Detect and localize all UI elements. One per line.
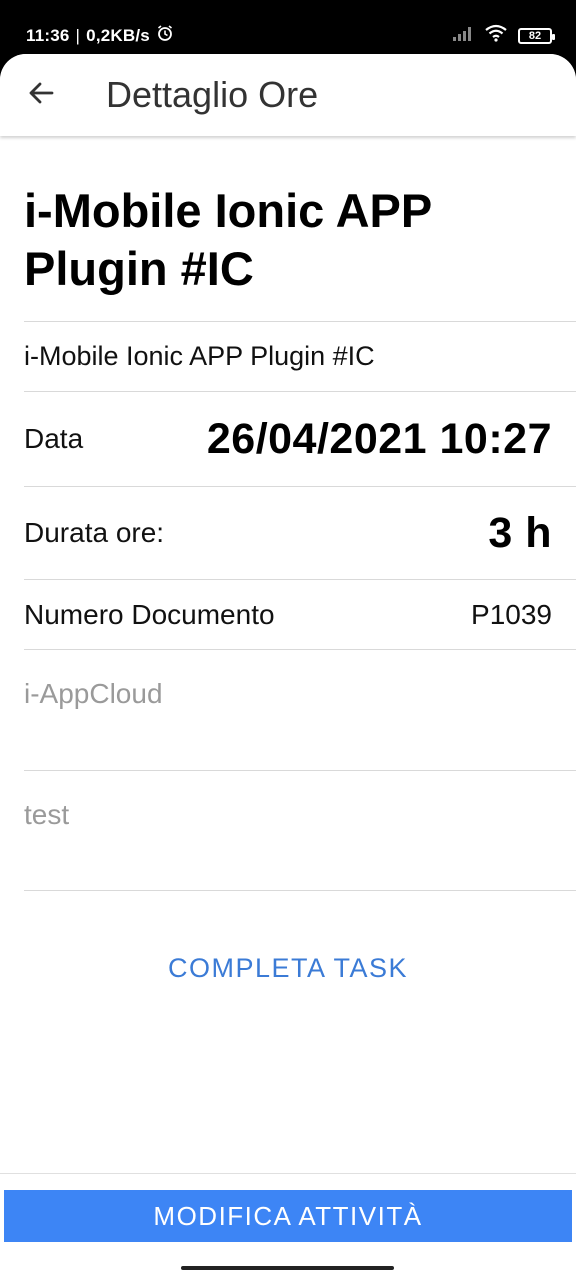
task-subtitle-row: i-Mobile Ionic APP Plugin #IC [24,321,576,391]
document-number-row: Numero Documento P1039 [24,579,576,649]
duration-label: Durata ore: [24,517,165,548]
duration-value: 3 h [488,508,552,557]
battery-level: 82 [528,29,542,42]
task-detail: i-Mobile Ionic APP Plugin #IC i-Mobile I… [0,136,576,891]
signal-icon [452,25,474,46]
status-separator: | [75,25,81,45]
status-net-speed: 0,2KB/s [86,25,150,45]
date-value: 26/04/2021 10:27 [206,414,552,463]
task-title: i-Mobile Ionic APP Plugin #IC [24,184,432,295]
notes-field-text: test [24,799,70,830]
task-subtitle: i-Mobile Ionic APP Plugin #IC [24,341,375,371]
document-number-value: P1039 [471,598,552,630]
footer-divider [0,1173,576,1174]
status-left: 11:36 | 0,2KB/s [26,24,174,47]
back-button[interactable] [20,74,62,116]
battery-icon: 82 [518,27,555,44]
date-label: Data [24,423,84,454]
divider [24,890,576,891]
duration-row: Durata ore: 3 h [24,486,576,579]
complete-task-button[interactable]: COMPLETA TASK [0,938,576,998]
wifi-icon [484,24,508,47]
status-time: 11:36 [26,25,70,45]
arrow-left-icon [26,78,56,113]
alarm-icon [156,24,174,47]
date-row: Data 26/04/2021 10:27 [24,391,576,486]
screen: 11:36 | 0,2KB/s 82 Dettaglio Ore i-Mobil… [0,0,576,1280]
app-surface: Dettaglio Ore i-Mobile Ionic APP Plugin … [0,54,576,1280]
notes-field[interactable]: test [24,770,576,890]
status-bar: 11:36 | 0,2KB/s 82 [0,0,576,62]
client-field[interactable]: i-AppCloud [24,649,576,770]
document-number-label: Numero Documento [24,598,275,630]
status-right: 82 [452,24,555,47]
client-field-text: i-AppCloud [24,678,163,709]
page-title: Dettaglio Ore [106,74,319,115]
modify-activity-button[interactable]: MODIFICA ATTIVITÀ [4,1190,572,1242]
home-indicator [181,1266,394,1270]
toolbar: Dettaglio Ore [0,54,576,136]
